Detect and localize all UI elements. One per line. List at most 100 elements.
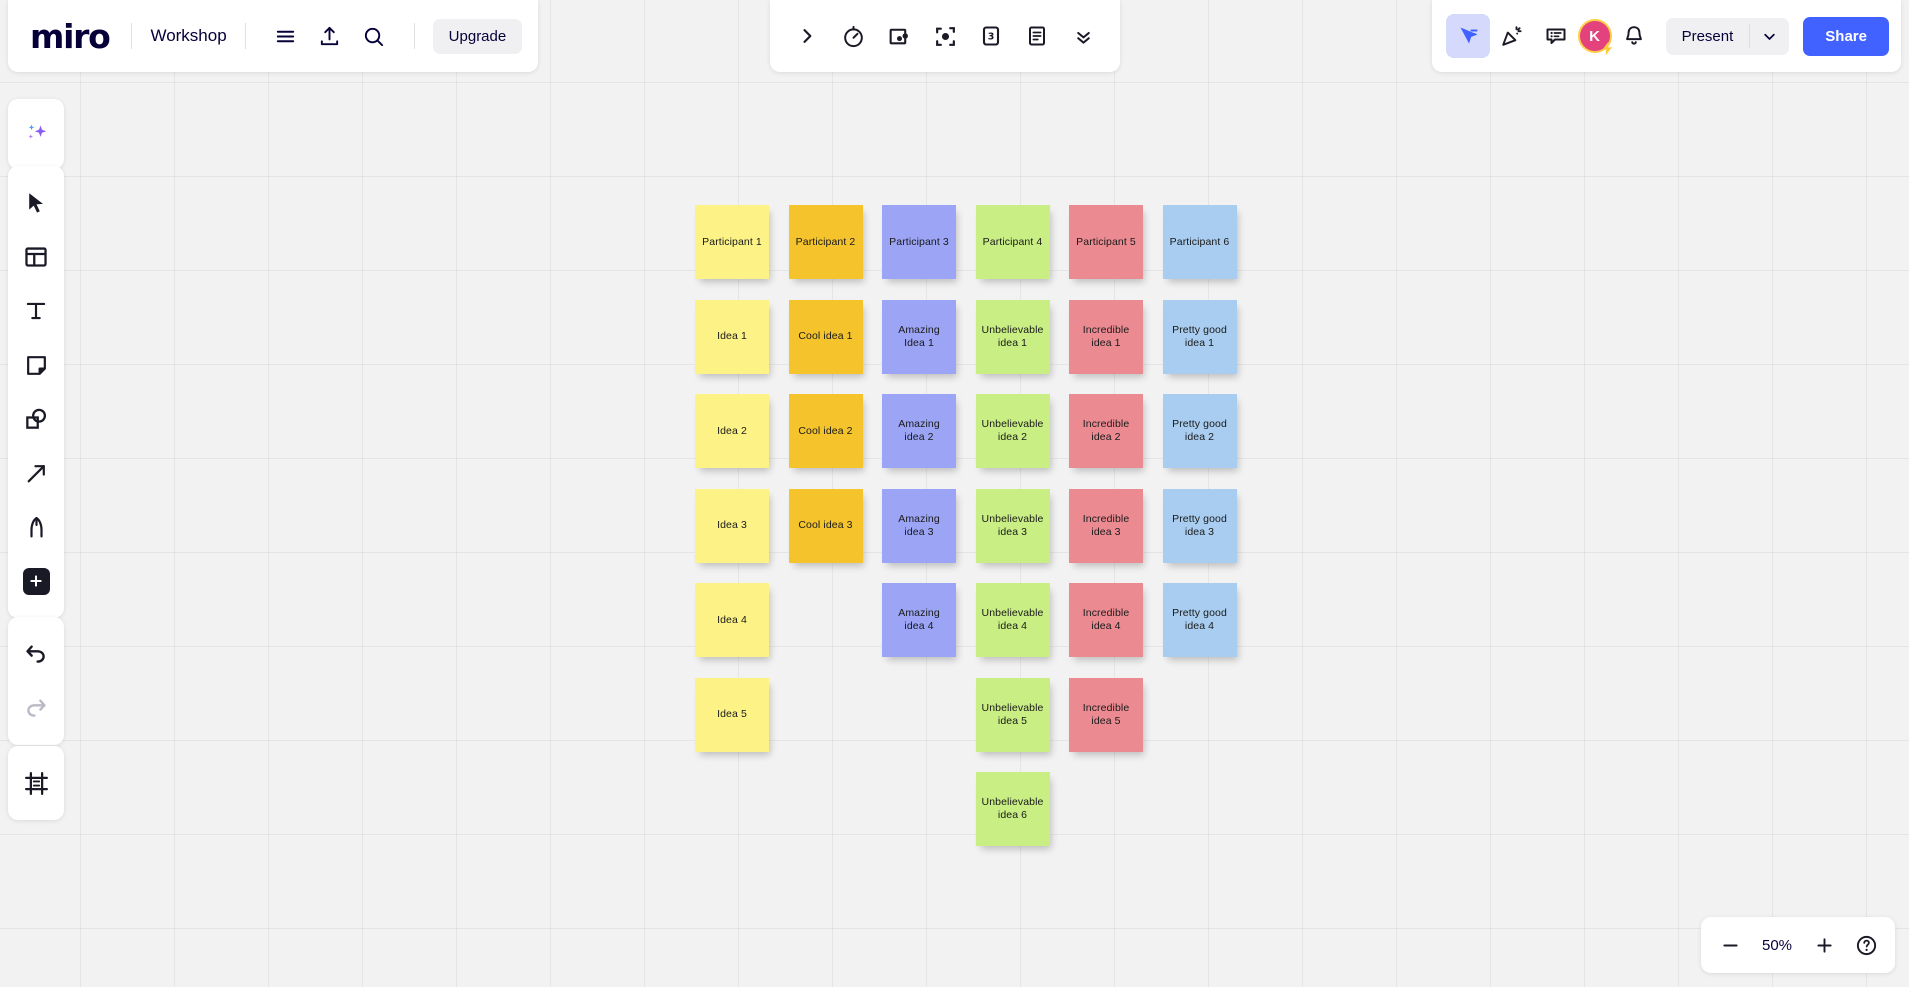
sticky-note-text: Unbelievable idea 3	[981, 512, 1044, 538]
undo-button[interactable]	[8, 627, 64, 681]
hamburger-menu-icon[interactable]	[264, 14, 308, 58]
user-avatar[interactable]: K	[1577, 19, 1615, 56]
sticky-note-c6-r4[interactable]: Pretty good idea 4	[1162, 583, 1237, 657]
chevron-double-down-icon[interactable]	[1060, 13, 1106, 59]
voting-icon[interactable]	[876, 13, 922, 59]
zoom-level-label[interactable]: 50%	[1751, 937, 1803, 954]
sticky-note-c2-r1[interactable]: Cool idea 1	[788, 299, 863, 374]
sticky-note-c5-r3[interactable]: Incredible idea 3	[1069, 488, 1143, 563]
present-button[interactable]: Present	[1666, 18, 1750, 55]
focus-mode-icon[interactable]	[922, 13, 968, 59]
sticky-note-c6-r2[interactable]: Pretty good idea 2	[1162, 394, 1237, 468]
more-apps-tool[interactable]	[8, 554, 64, 608]
sticky-note-c4-r5[interactable]: Unbelievable idea 5	[975, 677, 1050, 752]
ai-sparkle-icon[interactable]	[8, 107, 64, 161]
sticky-note-c3-r2[interactable]: Amazing idea 2	[882, 394, 956, 468]
sticky-note-text: Unbelievable idea 6	[981, 796, 1044, 821]
miro-logo[interactable]: miro	[30, 17, 111, 56]
sticky-note-header-2[interactable]: Participant 2	[788, 205, 863, 279]
sticky-note-c3-r3[interactable]: Amazing idea 3	[882, 488, 956, 563]
plus-icon	[22, 567, 50, 595]
sticky-note-text: Unbelievable idea 2	[981, 418, 1044, 443]
sticky-note-c5-r5[interactable]: Incredible idea 5	[1069, 677, 1143, 752]
sticky-note-c2-r2[interactable]: Cool idea 2	[788, 394, 863, 468]
sticky-note-c1-r4[interactable]: Idea 4	[695, 583, 769, 657]
sticky-note-text: Incredible idea 3	[1082, 512, 1130, 538]
upgrade-button[interactable]: Upgrade	[432, 18, 523, 54]
sticky-note-c3-r4[interactable]: Amazing idea 4	[882, 583, 956, 657]
timer-icon[interactable]	[830, 13, 876, 59]
select-cursor-tool[interactable]	[8, 176, 64, 230]
avatar-initial: K	[1589, 27, 1601, 45]
sticky-note-text: Cool idea 3	[798, 519, 853, 531]
miro-board-app: Participant 1 Idea 1 Idea 2 Idea 3 Idea 4 Ide…	[0, 0, 1909, 987]
sticky-note-header-5[interactable]: Participant 5	[1069, 205, 1143, 279]
left-toolbar-main	[8, 166, 64, 618]
sticky-note-c4-r1[interactable]: Unbelievable idea 1	[975, 299, 1050, 374]
sticky-note-header-3[interactable]: Participant 3	[882, 205, 956, 279]
pen-tool[interactable]	[8, 500, 64, 554]
sticky-note-text: Cool idea 1	[798, 330, 853, 342]
sticky-note-c4-r2[interactable]: Unbelievable idea 2	[975, 394, 1050, 468]
estimation-card-value: 3	[988, 32, 995, 43]
comment-icon[interactable]	[1534, 14, 1578, 58]
chevron-right-icon[interactable]	[784, 13, 830, 59]
board-canvas[interactable]: Participant 1 Idea 1 Idea 2 Idea 3 Idea 4 Ide…	[0, 0, 1909, 987]
sticky-note-text: Unbelievable idea 4	[981, 607, 1044, 632]
present-dropdown-chevron-down-icon[interactable]	[1750, 19, 1789, 54]
lightning-badge-icon	[1600, 41, 1615, 56]
board-title[interactable]: Workshop	[150, 26, 226, 46]
sticky-note-c5-r4[interactable]: Incredible idea 4	[1069, 583, 1143, 657]
sticky-note-header-4[interactable]: Participant 4	[975, 205, 1050, 279]
divider	[131, 23, 133, 49]
sticky-note-text: Unbelievable idea 1	[981, 323, 1044, 349]
sticky-note-c1-r1[interactable]: Idea 1	[695, 299, 769, 374]
connector-arrow-tool[interactable]	[8, 446, 64, 500]
divider	[413, 23, 415, 49]
shapes-tool[interactable]	[8, 392, 64, 446]
sticky-note-text: Incredible idea 2	[1082, 418, 1130, 443]
sticky-note-header-6[interactable]: Participant 6	[1162, 205, 1237, 279]
sticky-note-c6-r3[interactable]: Pretty good idea 3	[1162, 488, 1237, 563]
sticky-note-c1-r3[interactable]: Idea 3	[695, 488, 769, 563]
templates-tool[interactable]	[8, 230, 64, 284]
sticky-note-text: Amazing idea 4	[898, 607, 940, 632]
redo-button[interactable]	[8, 681, 64, 735]
reactions-icon[interactable]	[1490, 14, 1534, 58]
notes-icon[interactable]	[1014, 13, 1060, 59]
text-tool[interactable]	[8, 284, 64, 338]
sticky-note-c4-r6[interactable]: Unbelievable idea 6	[975, 772, 1050, 846]
sticky-note-header-1[interactable]: Participant 1	[695, 205, 769, 279]
sticky-note-text: Participant 4	[982, 235, 1043, 248]
sticky-note-text: Amazing idea 2	[898, 418, 940, 443]
sticky-note-text: Incredible idea 1	[1082, 323, 1130, 349]
sticky-note-text: Incredible idea 4	[1082, 607, 1130, 632]
sticky-note-c3-r1[interactable]: Amazing Idea 1	[882, 299, 956, 374]
sticky-note-c4-r3[interactable]: Unbelievable idea 3	[975, 488, 1050, 563]
upload-icon[interactable]	[308, 14, 352, 58]
sticky-note-c5-r1[interactable]: Incredible idea 1	[1069, 299, 1143, 374]
sticky-note-text: Idea 3	[717, 519, 747, 531]
sticky-note-text: Pretty good idea 4	[1172, 607, 1227, 632]
estimation-card-icon[interactable]: 3	[968, 13, 1014, 59]
sticky-note-c2-r3[interactable]: Cool idea 3	[788, 488, 863, 563]
share-button[interactable]: Share	[1803, 16, 1889, 56]
sticky-note-text: Participant 1	[702, 235, 762, 248]
sticky-note-c4-r4[interactable]: Unbelievable idea 4	[975, 583, 1050, 657]
sticky-note-c5-r2[interactable]: Incredible idea 2	[1069, 394, 1143, 468]
notifications-bell-icon[interactable]	[1612, 14, 1656, 58]
zoom-out-button[interactable]	[1709, 924, 1751, 966]
sticky-note-c1-r5[interactable]: Idea 5	[695, 677, 769, 752]
zoom-in-button[interactable]	[1803, 924, 1845, 966]
frames-tool[interactable]	[8, 756, 64, 810]
sticky-note-c1-r2[interactable]: Idea 2	[695, 394, 769, 468]
sticky-note-c6-r1[interactable]: Pretty good idea 1	[1162, 299, 1237, 374]
sticky-note-text: Cool idea 2	[798, 424, 853, 437]
collaboration-cursor-icon[interactable]	[1445, 14, 1490, 58]
search-icon[interactable]	[352, 14, 396, 58]
left-toolbar-ai-panel	[8, 99, 64, 169]
top-bar-center-tools: 3	[770, 0, 1120, 72]
sticky-note-tool[interactable]	[8, 338, 64, 392]
help-icon[interactable]	[1845, 924, 1887, 966]
left-toolbar-frames	[8, 746, 64, 820]
